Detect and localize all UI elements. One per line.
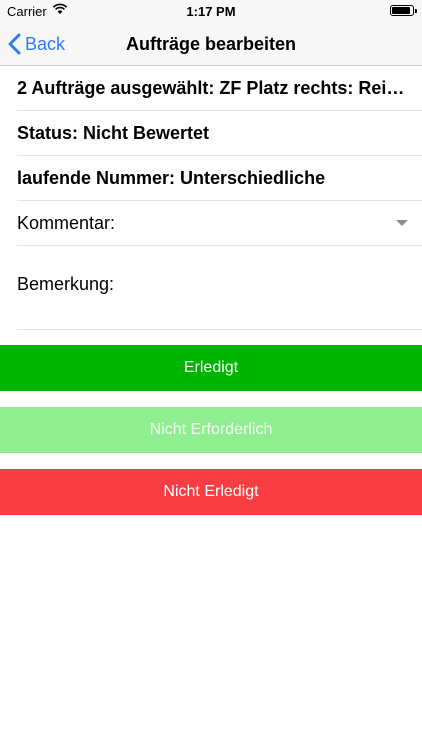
clock: 1:17 PM xyxy=(186,4,236,19)
status-bar: Carrier 1:17 PM xyxy=(0,0,422,22)
running-number-text: laufende Nummer: Unterschiedliche xyxy=(17,167,326,188)
remark-label: Bemerkung: xyxy=(17,274,115,294)
chevron-down-icon xyxy=(396,220,408,226)
done-button[interactable]: Erledigt xyxy=(0,345,422,391)
navigation-bar: Back Aufträge bearbeiten xyxy=(0,22,422,66)
running-number-row: laufende Nummer: Unterschiedliche xyxy=(17,156,422,201)
not-done-button[interactable]: Nicht Erledigt xyxy=(0,469,422,515)
selection-summary-row: 2 Aufträge ausgewählt: ZF Platz rechts: … xyxy=(17,66,422,111)
selection-summary: 2 Aufträge ausgewählt: ZF Platz rechts: … xyxy=(17,77,410,98)
battery-icon xyxy=(390,5,417,16)
status-text: Status: Nicht Bewertet xyxy=(17,122,210,143)
status-row: Status: Nicht Bewertet xyxy=(17,111,422,156)
comment-dropdown[interactable]: Kommentar: xyxy=(17,201,422,246)
remark-field[interactable]: Bemerkung: xyxy=(17,246,422,330)
comment-label: Kommentar: xyxy=(17,212,116,233)
not-required-button[interactable]: Nicht Erforderlich xyxy=(0,407,422,453)
page-title: Aufträge bearbeiten xyxy=(125,34,297,54)
